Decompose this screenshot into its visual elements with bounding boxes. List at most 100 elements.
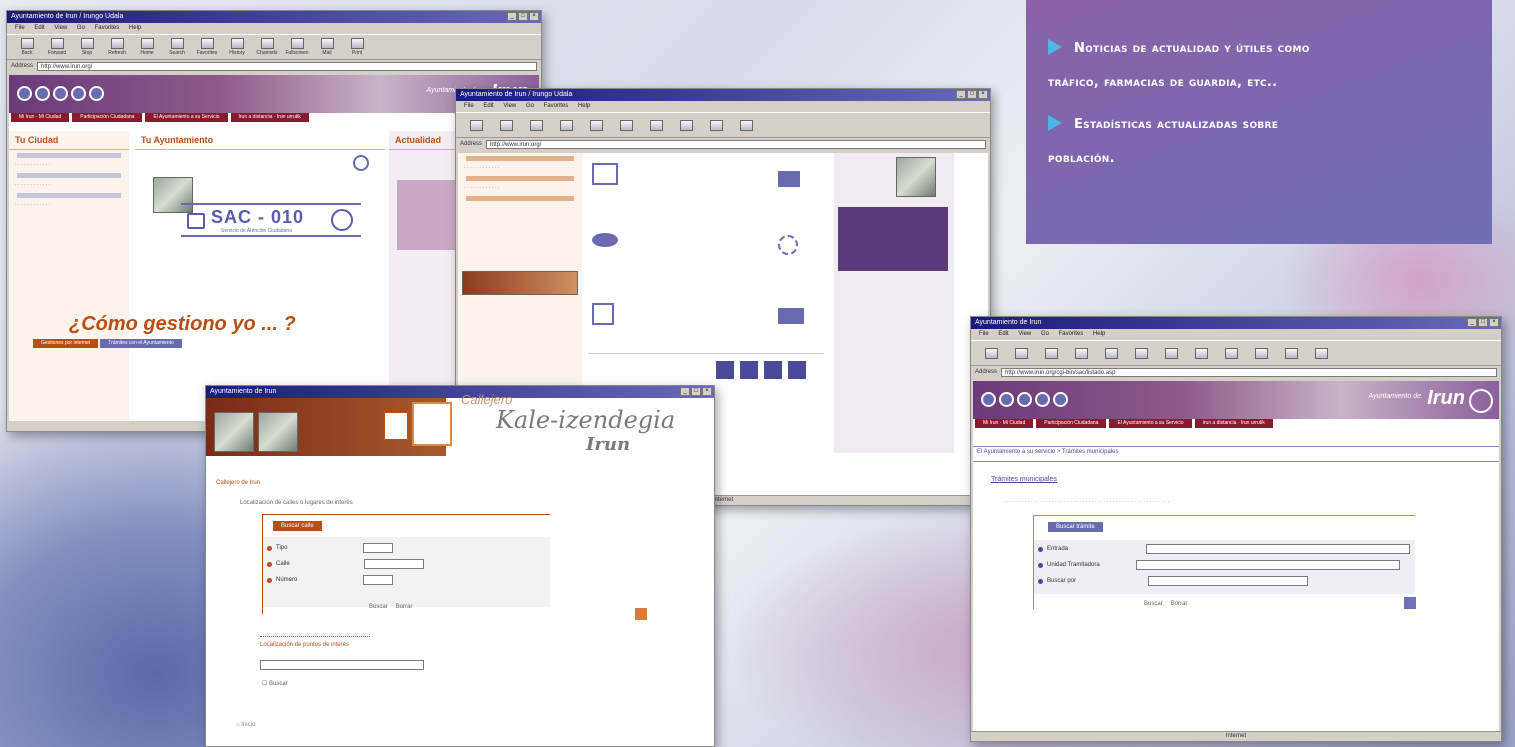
minimize-button[interactable]: _ bbox=[507, 12, 517, 21]
print-button[interactable] bbox=[1309, 342, 1333, 364]
nav-tab[interactable]: Mi Irun · Mi Ciudad bbox=[11, 113, 70, 122]
close-button[interactable]: × bbox=[702, 387, 712, 396]
service-icon[interactable] bbox=[592, 163, 618, 185]
favorites-button[interactable]: Favorites bbox=[195, 36, 219, 58]
sac-banner[interactable]: SAC - 010 Servicio de Atención Ciudadana bbox=[181, 203, 361, 237]
favorites-button[interactable] bbox=[1159, 342, 1183, 364]
mail-button[interactable] bbox=[1279, 342, 1303, 364]
quick-access-icon[interactable] bbox=[981, 392, 996, 407]
buscar-button[interactable]: Buscar bbox=[369, 604, 388, 610]
service-icon[interactable] bbox=[778, 171, 800, 187]
window-titlebar[interactable]: Ayuntamiento de Irun _ □ × bbox=[971, 317, 1501, 329]
service-icon[interactable] bbox=[592, 303, 614, 325]
browser-window-callejero[interactable]: Ayuntamiento de Irun _ □ × Callejero Kal… bbox=[205, 385, 715, 747]
history-button[interactable]: History bbox=[225, 36, 249, 58]
browser-window-tramites[interactable]: Ayuntamiento de Irun _ □ × File Edit Vie… bbox=[970, 316, 1502, 742]
menu-bar[interactable]: File Edit View Go Favorites Help bbox=[456, 101, 990, 112]
menu-bar[interactable]: File Edit View Go Favorites Help bbox=[971, 329, 1501, 340]
service-icon[interactable] bbox=[764, 361, 782, 379]
poi-checkbox[interactable]: ☐ Buscar bbox=[262, 680, 288, 687]
maximize-button[interactable]: □ bbox=[518, 12, 528, 21]
fullscreen-button[interactable]: Fullscreen bbox=[285, 36, 309, 58]
quick-access-icon[interactable] bbox=[999, 392, 1014, 407]
buscar-button[interactable]: Buscar bbox=[1144, 601, 1163, 607]
nav-tab[interactable]: El Ayuntamiento a su Servicio bbox=[1109, 419, 1192, 428]
refresh-button[interactable] bbox=[554, 114, 578, 136]
quick-access-icon[interactable] bbox=[53, 86, 68, 101]
quick-access-icon[interactable] bbox=[17, 86, 32, 101]
service-icon[interactable] bbox=[788, 361, 806, 379]
form-tab[interactable]: Buscar trámite bbox=[1048, 522, 1103, 532]
submit-icon[interactable] bbox=[635, 608, 647, 620]
form-tab[interactable]: Buscar calle bbox=[273, 521, 322, 531]
nav-tab[interactable]: Irun a distancia · Irun urrutik bbox=[1194, 419, 1273, 428]
window-titlebar[interactable]: Ayuntamiento de Irun _ □ × bbox=[206, 386, 714, 398]
quick-access-icon[interactable] bbox=[35, 86, 50, 101]
quick-access-icon[interactable] bbox=[1017, 392, 1032, 407]
minimize-button[interactable]: _ bbox=[680, 387, 690, 396]
fullscreen-button[interactable] bbox=[1249, 342, 1273, 364]
refresh-button[interactable]: Refresh bbox=[105, 36, 129, 58]
tipo-input[interactable] bbox=[363, 543, 394, 553]
promo-image[interactable] bbox=[462, 271, 578, 295]
home-button[interactable] bbox=[1099, 342, 1123, 364]
maximize-button[interactable]: □ bbox=[967, 90, 977, 99]
mail-button[interactable] bbox=[704, 114, 728, 136]
back-button[interactable] bbox=[464, 114, 488, 136]
forward-button[interactable] bbox=[494, 114, 518, 136]
window-titlebar[interactable]: Ayuntamiento de Irun / Irungo Udala _ □ … bbox=[7, 11, 541, 23]
search-button[interactable]: Search bbox=[165, 36, 189, 58]
home-button[interactable]: Home bbox=[135, 36, 159, 58]
quick-access-icon[interactable] bbox=[89, 86, 104, 101]
print-button[interactable] bbox=[734, 114, 758, 136]
home-button[interactable] bbox=[584, 114, 608, 136]
window-titlebar[interactable]: Ayuntamiento de Irun / Irungo Udala _ □ … bbox=[456, 89, 990, 101]
nav-tab[interactable]: Irun a distancia · Irun urrutik bbox=[230, 113, 309, 122]
back-button[interactable] bbox=[979, 342, 1003, 364]
nav-tab[interactable]: Mi Irun · Mi Ciudad bbox=[975, 419, 1034, 428]
breadcrumb[interactable]: El Ayuntamiento a su servicio > Trámites… bbox=[977, 449, 1118, 455]
history-button[interactable] bbox=[1189, 342, 1213, 364]
footer-link[interactable]: ⌂ Inicio bbox=[236, 722, 255, 728]
maximize-button[interactable]: □ bbox=[1478, 318, 1488, 327]
nav-tab[interactable]: El Ayuntamiento a su Servicio bbox=[145, 113, 228, 122]
nav-tab[interactable]: Participación Ciudadana bbox=[1036, 419, 1107, 428]
history-button[interactable] bbox=[674, 114, 698, 136]
refresh-button[interactable] bbox=[1069, 342, 1093, 364]
submit-icon[interactable] bbox=[1404, 597, 1416, 609]
address-input[interactable]: http://www.irun.org/ bbox=[486, 139, 986, 149]
tab-gestiones[interactable]: Gestiones por internet bbox=[33, 339, 99, 348]
poi-select[interactable] bbox=[260, 660, 424, 670]
stop-button[interactable]: Stop bbox=[75, 36, 99, 58]
service-icon[interactable] bbox=[740, 361, 758, 379]
buscar-por-input[interactable] bbox=[1148, 576, 1309, 586]
address-input[interactable]: http://www.irun.org/ bbox=[37, 61, 537, 71]
forward-button[interactable]: Forward bbox=[45, 36, 69, 58]
forward-button[interactable] bbox=[1009, 342, 1033, 364]
minimize-button[interactable]: _ bbox=[956, 90, 966, 99]
breadcrumb[interactable]: Callejero de Irun bbox=[216, 480, 260, 486]
close-button[interactable]: × bbox=[978, 90, 988, 99]
back-button[interactable]: Back bbox=[15, 36, 39, 58]
calle-select[interactable] bbox=[363, 559, 424, 569]
quick-access-icon[interactable] bbox=[71, 86, 86, 101]
unidad-select[interactable] bbox=[1135, 560, 1400, 570]
nav-tab[interactable]: Participación Ciudadana bbox=[72, 113, 143, 122]
favorites-button[interactable] bbox=[644, 114, 668, 136]
menu-bar[interactable]: File Edit View Go Favorites Help bbox=[7, 23, 541, 34]
stop-button[interactable] bbox=[524, 114, 548, 136]
search-button[interactable] bbox=[614, 114, 638, 136]
maximize-button[interactable]: □ bbox=[691, 387, 701, 396]
close-button[interactable]: × bbox=[1489, 318, 1499, 327]
service-icon[interactable] bbox=[778, 308, 804, 324]
mail-button[interactable]: Mail bbox=[315, 36, 339, 58]
service-icon[interactable] bbox=[592, 233, 618, 247]
numero-input[interactable] bbox=[363, 575, 394, 585]
channels-button[interactable]: Channels bbox=[255, 36, 279, 58]
minimize-button[interactable]: _ bbox=[1467, 318, 1477, 327]
search-icon[interactable] bbox=[353, 155, 369, 171]
service-icon[interactable] bbox=[716, 361, 734, 379]
quick-access-icon[interactable] bbox=[1053, 392, 1068, 407]
stop-button[interactable] bbox=[1039, 342, 1063, 364]
borrar-button[interactable]: Borrar bbox=[396, 604, 413, 610]
